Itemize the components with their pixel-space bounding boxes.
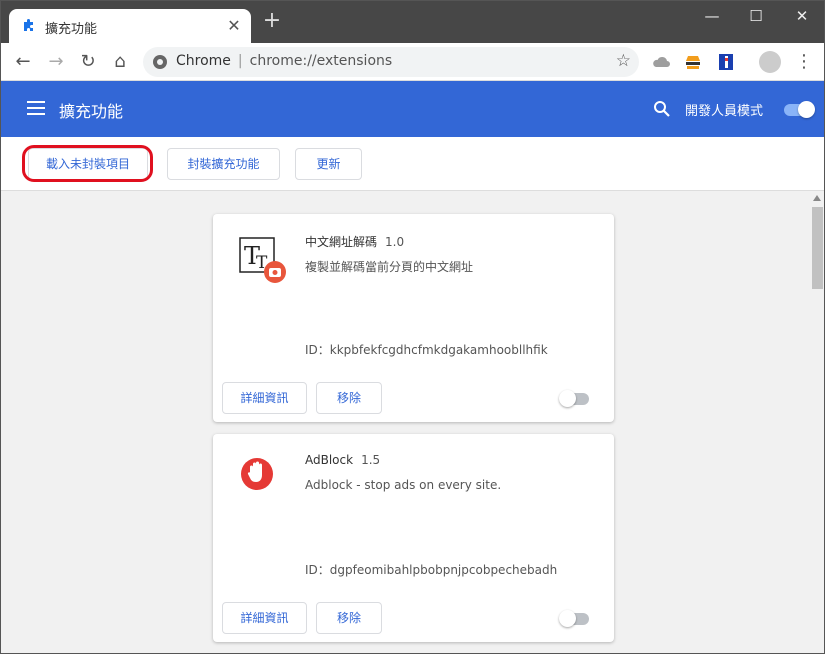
extensions-header: 擴充功能 開發人員模式 <box>1 81 824 137</box>
tab-extensions[interactable]: 擴充功能 ✕ <box>9 9 251 43</box>
puzzle-icon <box>24 19 33 31</box>
maximize-button[interactable]: ☐ <box>734 1 778 31</box>
extension-card: T T 中文網址解碼 1.0 複製並解碼當前分頁的中文網址 ID：kkpbfekf… <box>213 214 614 422</box>
text-tt-icon: T T <box>239 237 286 283</box>
extension-card: AdBlock 1.5 Adblock - stop ads on every s… <box>213 434 614 642</box>
reload-icon[interactable]: ↻ <box>76 50 100 74</box>
remove-button[interactable]: 移除 <box>316 602 382 634</box>
highlight-annotation <box>22 145 153 182</box>
extension-description: 複製並解碼當前分頁的中文網址 <box>305 260 474 274</box>
extension-name: 中文網址解碼 1.0 <box>305 233 404 250</box>
browser-window: 擴充功能 ✕ + — ☐ ✕ ← → ↻ ⌂ Chrome | chrome://e… <box>0 0 825 654</box>
scroll-up-arrow-icon[interactable] <box>813 195 821 201</box>
extension-version: 1.0 <box>385 235 405 249</box>
extension-name-text: AdBlock <box>305 453 354 467</box>
window-close-button[interactable]: ✕ <box>780 1 824 31</box>
omnibox[interactable]: Chrome | chrome://extensions ☆ <box>143 47 639 77</box>
browser-toolbar: ← → ↻ ⌂ Chrome | chrome://extensions ☆ ⋮ <box>1 43 824 81</box>
details-button[interactable]: 詳細資訊 <box>222 602 307 634</box>
update-button[interactable]: 更新 <box>295 148 362 180</box>
tab-close-icon[interactable]: ✕ <box>223 15 245 37</box>
chrome-menu-icon[interactable]: ⋮ <box>795 50 813 74</box>
cloud-extension-icon[interactable] <box>651 52 671 72</box>
home-icon[interactable]: ⌂ <box>108 50 132 74</box>
extension-name: AdBlock 1.5 <box>305 453 380 467</box>
tab-strip: 擴充功能 ✕ + — ☐ ✕ <box>1 1 824 43</box>
new-tab-button[interactable]: + <box>261 10 283 33</box>
scroll-thumb[interactable] <box>812 207 823 289</box>
page-scrollbar[interactable] <box>809 191 824 653</box>
bookmark-star-icon[interactable]: ☆ <box>616 51 631 71</box>
back-icon[interactable]: ← <box>11 50 35 74</box>
details-button[interactable]: 詳細資訊 <box>222 382 307 414</box>
developer-action-bar: 載入未封裝項目 封裝擴充功能 更新 <box>1 137 824 191</box>
omnibox-site: Chrome <box>176 53 231 69</box>
extension-version: 1.5 <box>361 453 381 467</box>
pack-extension-button[interactable]: 封裝擴充功能 <box>167 148 280 180</box>
tab-title: 擴充功能 <box>45 22 98 37</box>
extensions-list: T T 中文網址解碼 1.0 複製並解碼當前分頁的中文網址 ID：kkpbfekf… <box>1 191 809 653</box>
developer-mode-label: 開發人員模式 <box>685 104 764 119</box>
omnibox-text: Chrome | chrome://extensions <box>176 53 392 69</box>
omnibox-url: chrome://extensions <box>249 53 393 69</box>
page-title: 擴充功能 <box>59 102 124 121</box>
developer-mode-toggle[interactable] <box>782 101 815 118</box>
profile-avatar[interactable] <box>759 51 781 73</box>
omnibox-separator: | <box>237 53 243 69</box>
extension-description: Adblock - stop ads on every site. <box>305 478 502 492</box>
minimize-button[interactable]: — <box>690 1 734 31</box>
adblock-hand-icon <box>241 458 273 490</box>
extension-id: ID：dgpfeomibahlpbobpnjpcobpechebadh <box>305 563 558 577</box>
translate-extension-icon[interactable] <box>683 52 703 72</box>
site-info-icon[interactable] <box>153 55 167 69</box>
forward-icon[interactable]: → <box>44 50 68 74</box>
extension-enable-toggle[interactable] <box>559 390 591 407</box>
extension-enable-toggle[interactable] <box>559 610 591 627</box>
extension-name-text: 中文網址解碼 <box>305 235 378 249</box>
bookmark-extension-icon[interactable] <box>716 52 736 72</box>
remove-button[interactable]: 移除 <box>316 382 382 414</box>
search-icon[interactable] <box>653 100 671 118</box>
extension-id: ID：kkpbfekfcgdhcfmkdgakamhoobllhfik <box>305 343 548 357</box>
menu-icon[interactable] <box>27 101 45 115</box>
